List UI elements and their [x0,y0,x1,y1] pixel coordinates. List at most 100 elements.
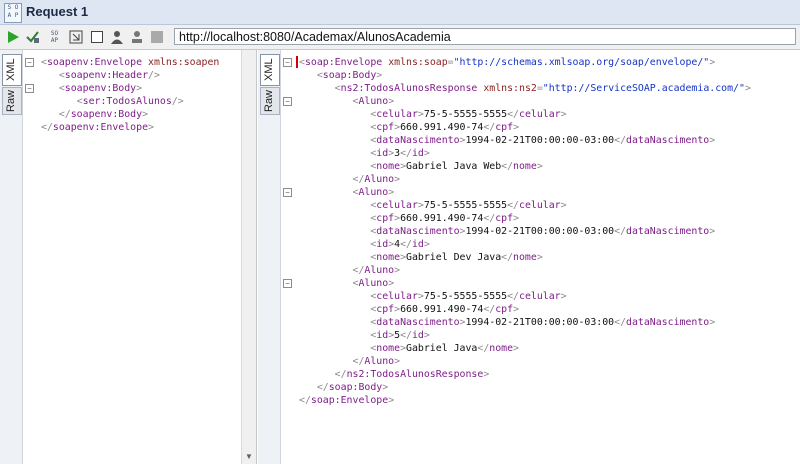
fold-toggle-icon[interactable]: − [283,58,292,67]
code-line: <soapenv:Envelope xmlns:soapen [41,56,219,69]
code-token-punct: < [299,83,341,94]
code-token-txt: Gabriel Java Web [406,161,502,172]
code-token-punct: > [709,226,716,237]
code-token-tag: soapenv:Envelope [46,57,143,68]
request-xml-editor[interactable]: <soapenv:Envelope xmlns:soapen <soapenv:… [38,50,241,464]
code-token-val: "http://ServiceSOAP.academia.com/" [542,83,745,94]
code-token-punct: </ [400,239,412,250]
code-token-punct: > [376,70,383,81]
code-token-punct: > [513,122,520,133]
code-token-tag: soap:Envelope [304,57,383,68]
code-token-tag: ser:TodosAlunos [82,96,172,107]
code-token-punct: > [423,330,430,341]
validate-button[interactable] [24,28,41,45]
endpoint-url-field[interactable]: http://localhost:8080/Academax/AlunosAca… [174,28,796,45]
code-token-txt: 75-5-5555-5555 [423,109,508,120]
code-token-tag: nome [489,343,514,354]
code-token-punct: > [388,278,395,289]
code-token-punct: /> [148,70,160,81]
code-token-punct: </ [400,330,412,341]
request-view-tabs: XML Raw [0,50,23,464]
code-token-punct: < [299,135,377,146]
code-token-tag: Aluno [358,278,389,289]
code-token-punct: < [299,96,359,107]
code-token-punct: < [299,252,377,263]
code-token-punct: < [299,343,377,354]
code-line: <celular>75-5-5555-5555</celular> [299,108,567,121]
code-token-tag: ns2:TodosAlunosResponse [340,83,478,94]
soap-header-button[interactable]: SO AP [46,28,63,45]
run-button[interactable] [4,28,21,45]
code-token-tag: dataNascimento [626,135,710,146]
validate-icon [26,31,39,43]
code-token-tag: cpf [376,122,395,133]
code-token-tag: dataNascimento [376,226,460,237]
code-line: <cpf>660.991.490-74</cpf> [299,303,519,316]
code-token-punct: < [299,122,377,133]
code-token-tag: cpf [495,213,514,224]
code-token-punct: < [299,330,377,341]
code-token-tag: id [411,148,424,159]
fold-toggle-icon[interactable]: − [283,188,292,197]
code-token-punct: > [560,109,567,120]
code-line: <ns2:TodosAlunosResponse xmlns:ns2="http… [299,82,751,95]
expand-button[interactable] [67,28,84,45]
code-token-punct: < [299,200,377,211]
code-line: <soapenv:Header/> [41,69,160,82]
code-token-punct: </ [501,252,514,263]
code-token-punct: > [423,148,430,159]
code-token-txt: 1994-02-21T00:00:00-03:00 [465,317,615,328]
options-button[interactable] [128,28,145,45]
stop-button[interactable] [148,28,165,45]
code-token-punct: < [41,83,65,94]
split-view-button[interactable] [88,28,105,45]
request-pane: XML Raw − − <soapenv:Envelope xmlns:soape… [0,50,257,464]
code-line: <soapenv:Body> [41,82,142,95]
code-token-punct: < [299,317,377,328]
code-token-tag: nome [513,161,537,172]
code-token-punct: > [388,395,395,406]
fold-toggle-icon[interactable]: − [25,84,34,93]
code-token-punct: > [709,317,716,328]
text-cursor [296,56,298,68]
response-tab-xml[interactable]: XML [260,54,280,86]
fold-toggle-icon[interactable]: − [25,58,34,67]
code-token-punct: < [299,291,377,302]
code-line: </soap:Body> [299,381,388,394]
code-token-tag: celular [376,200,418,211]
scroll-down-arrow-icon[interactable]: ▼ [242,450,256,464]
response-tab-raw[interactable]: Raw [260,87,280,115]
code-token-punct: < [299,213,377,224]
code-token-punct: </ [614,135,627,146]
code-line: <celular>75-5-5555-5555</celular> [299,199,567,212]
response-xml-editor[interactable]: <soap:Envelope xmlns:soap="http://schema… [296,50,800,464]
user-icon [131,30,142,43]
code-token-punct: > [148,122,154,133]
code-token-tag: soap:Envelope [310,395,389,406]
fold-toggle-icon[interactable]: − [283,97,292,106]
code-line: </Aluno> [299,355,401,368]
request-tab-raw[interactable]: Raw [2,87,22,115]
window-icon [90,30,103,43]
auth-button[interactable] [108,28,125,45]
response-view-tabs: XML Raw [258,50,281,464]
code-line: <cpf>660.991.490-74</cpf> [299,212,519,225]
code-token-tag: nome [376,161,401,172]
code-line: <id>5</id> [299,329,430,342]
code-token-tag: soapenv:Envelope [52,122,149,133]
code-line: </soap:Envelope> [299,394,394,407]
code-token-tag: celular [519,200,561,211]
code-token-punct: > [536,252,543,263]
code-line: <nome>Gabriel Java Web</nome> [299,160,542,173]
code-token-tag: Aluno [364,265,395,276]
code-token-punct: > [388,96,395,107]
code-token-punct: </ [614,226,627,237]
code-token-punct: </ [299,174,365,185]
request-scrollbar[interactable]: ▼ [241,50,256,464]
fold-toggle-icon[interactable]: − [283,279,292,288]
request-tab-xml[interactable]: XML [2,54,22,86]
code-token-punct: < [299,304,377,315]
code-token-tag: id [376,148,389,159]
code-token-punct: < [299,161,377,172]
code-token-punct: > [560,200,567,211]
